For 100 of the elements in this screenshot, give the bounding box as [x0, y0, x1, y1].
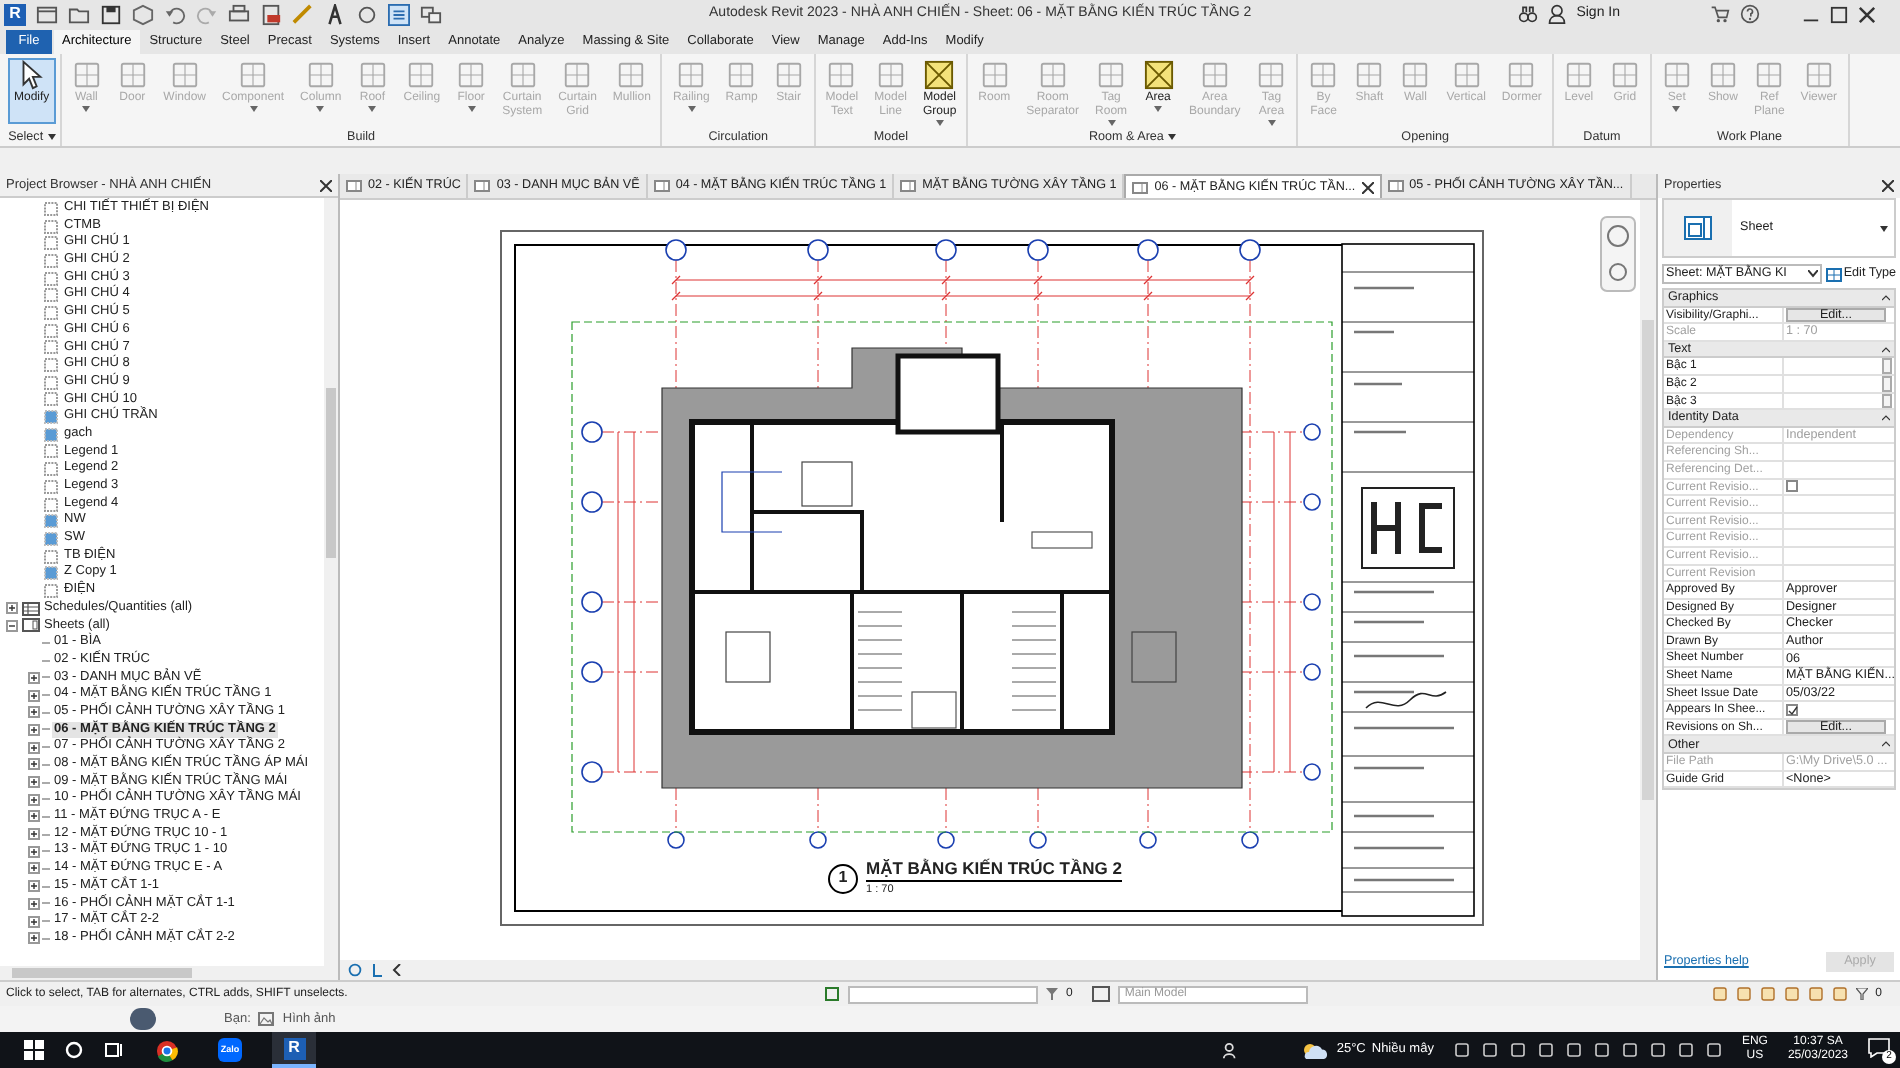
grid-square-icon	[1037, 60, 1068, 90]
filter-icon[interactable]	[1855, 988, 1868, 1000]
cloud-icon[interactable]	[1300, 1041, 1329, 1059]
close-icon[interactable]	[1858, 5, 1876, 23]
person-icon[interactable]	[1222, 1041, 1241, 1059]
expand-icon[interactable]	[28, 897, 40, 910]
expand-icon[interactable]	[28, 932, 40, 945]
chevron-icon	[1807, 270, 1818, 278]
grid-square-icon	[406, 60, 437, 90]
view-number: 1	[828, 863, 858, 893]
sheet-icon	[22, 618, 40, 633]
grid-square-icon	[676, 60, 707, 90]
caret-icon	[1154, 106, 1163, 112]
cube-icon[interactable]	[132, 3, 154, 25]
user-icon	[1548, 4, 1567, 24]
search-icon[interactable]	[64, 1040, 84, 1060]
collapse-left-icon[interactable]	[392, 964, 402, 976]
window-icon[interactable]	[36, 3, 58, 25]
save-icon[interactable]	[100, 3, 122, 25]
filter-icon[interactable]	[1046, 988, 1058, 1000]
grid-square-icon	[562, 60, 593, 90]
caret-icon	[687, 106, 696, 112]
caret-icon[interactable]	[1167, 134, 1176, 140]
sheet-icon	[474, 180, 491, 192]
expand-icon[interactable]	[28, 793, 40, 806]
grid-square-icon	[826, 60, 857, 90]
collapse-icon[interactable]	[1882, 293, 1890, 302]
grid-square-icon	[507, 60, 538, 90]
expand-icon[interactable]	[28, 810, 40, 823]
expand-icon[interactable]	[28, 880, 40, 893]
caret-icon	[1880, 225, 1888, 231]
close-icon[interactable]	[320, 179, 332, 191]
grid-square-icon	[1609, 60, 1640, 90]
checkmark-icon	[1787, 705, 1797, 716]
cart-icon[interactable]	[1710, 4, 1730, 24]
grid-square-icon	[169, 60, 200, 90]
expand-icon[interactable]	[28, 671, 40, 684]
expand-icon[interactable]	[28, 723, 40, 736]
binoculars-icon[interactable]	[1518, 4, 1539, 24]
open-icon[interactable]	[68, 3, 90, 25]
grid-square-icon	[1754, 60, 1785, 90]
grid-square-icon	[1707, 60, 1738, 90]
text-icon[interactable]	[324, 3, 346, 25]
caret-icon[interactable]	[47, 134, 56, 140]
expand-icon[interactable]	[28, 776, 40, 789]
expand-icon[interactable]	[28, 862, 40, 875]
close-icon[interactable]	[1882, 180, 1894, 192]
caret-icon	[1267, 120, 1276, 126]
revit-logo: R	[283, 1037, 305, 1059]
expand-icon[interactable]	[28, 845, 40, 858]
close-icon[interactable]	[1361, 181, 1374, 193]
grid-square-icon	[1451, 60, 1482, 90]
collapse-icon[interactable]	[1882, 740, 1890, 749]
expand-icon[interactable]	[28, 758, 40, 771]
scrollbar-thumb[interactable]	[12, 968, 192, 978]
sheet-icon	[1132, 181, 1149, 193]
maximize-icon[interactable]	[1830, 5, 1848, 23]
grid-square-icon	[238, 60, 269, 90]
caret-icon	[1672, 106, 1681, 112]
grid-square-icon	[616, 60, 647, 90]
grid-square-icon	[1825, 267, 1842, 281]
scrollbar-thumb[interactable]	[1642, 320, 1654, 800]
expand-icon[interactable]	[28, 689, 40, 702]
workset-icon[interactable]	[824, 986, 840, 1002]
grid-square-icon	[456, 60, 487, 90]
windows-logo-icon[interactable]	[24, 1040, 44, 1060]
pdf-icon[interactable]	[260, 3, 282, 25]
expand-icon[interactable]	[28, 828, 40, 841]
image-icon	[258, 1012, 275, 1026]
expand-icon[interactable]	[28, 706, 40, 719]
notification-icon[interactable]	[1868, 1038, 1890, 1058]
collapse-icon[interactable]	[6, 619, 18, 632]
collapse-icon[interactable]	[1882, 345, 1890, 354]
task-view-icon[interactable]	[104, 1040, 124, 1060]
sun-path-icon[interactable]	[346, 962, 364, 978]
scrollbar-thumb[interactable]	[326, 388, 336, 558]
help-icon[interactable]	[1740, 4, 1760, 24]
grid-square-icon	[305, 60, 336, 90]
grid-square-icon	[1400, 60, 1431, 90]
expand-icon[interactable]	[28, 915, 40, 928]
caret-icon	[368, 106, 377, 112]
crop-icon[interactable]	[372, 962, 384, 978]
windows-icon[interactable]	[420, 3, 442, 25]
print-icon[interactable]	[228, 3, 250, 25]
design-options-icon[interactable]	[1092, 986, 1111, 1002]
app-logo[interactable]: R	[4, 3, 26, 25]
grid-square-icon	[726, 60, 757, 90]
taskbar-app[interactable]: R	[272, 1032, 316, 1068]
expand-icon[interactable]	[28, 741, 40, 754]
checkbox[interactable]	[1786, 704, 1798, 717]
expand-icon[interactable]	[6, 602, 18, 615]
grid-square-icon	[773, 60, 804, 90]
collapse-icon[interactable]	[1882, 413, 1890, 422]
crossed-square-icon	[1143, 60, 1174, 90]
list-icon[interactable]	[388, 3, 410, 25]
caret-icon	[935, 120, 944, 126]
grid-square-icon	[1803, 60, 1834, 90]
circle-icon[interactable]	[356, 3, 378, 25]
undo-icon[interactable]	[164, 3, 186, 25]
navigation-wheel-icon[interactable]	[1600, 216, 1636, 292]
